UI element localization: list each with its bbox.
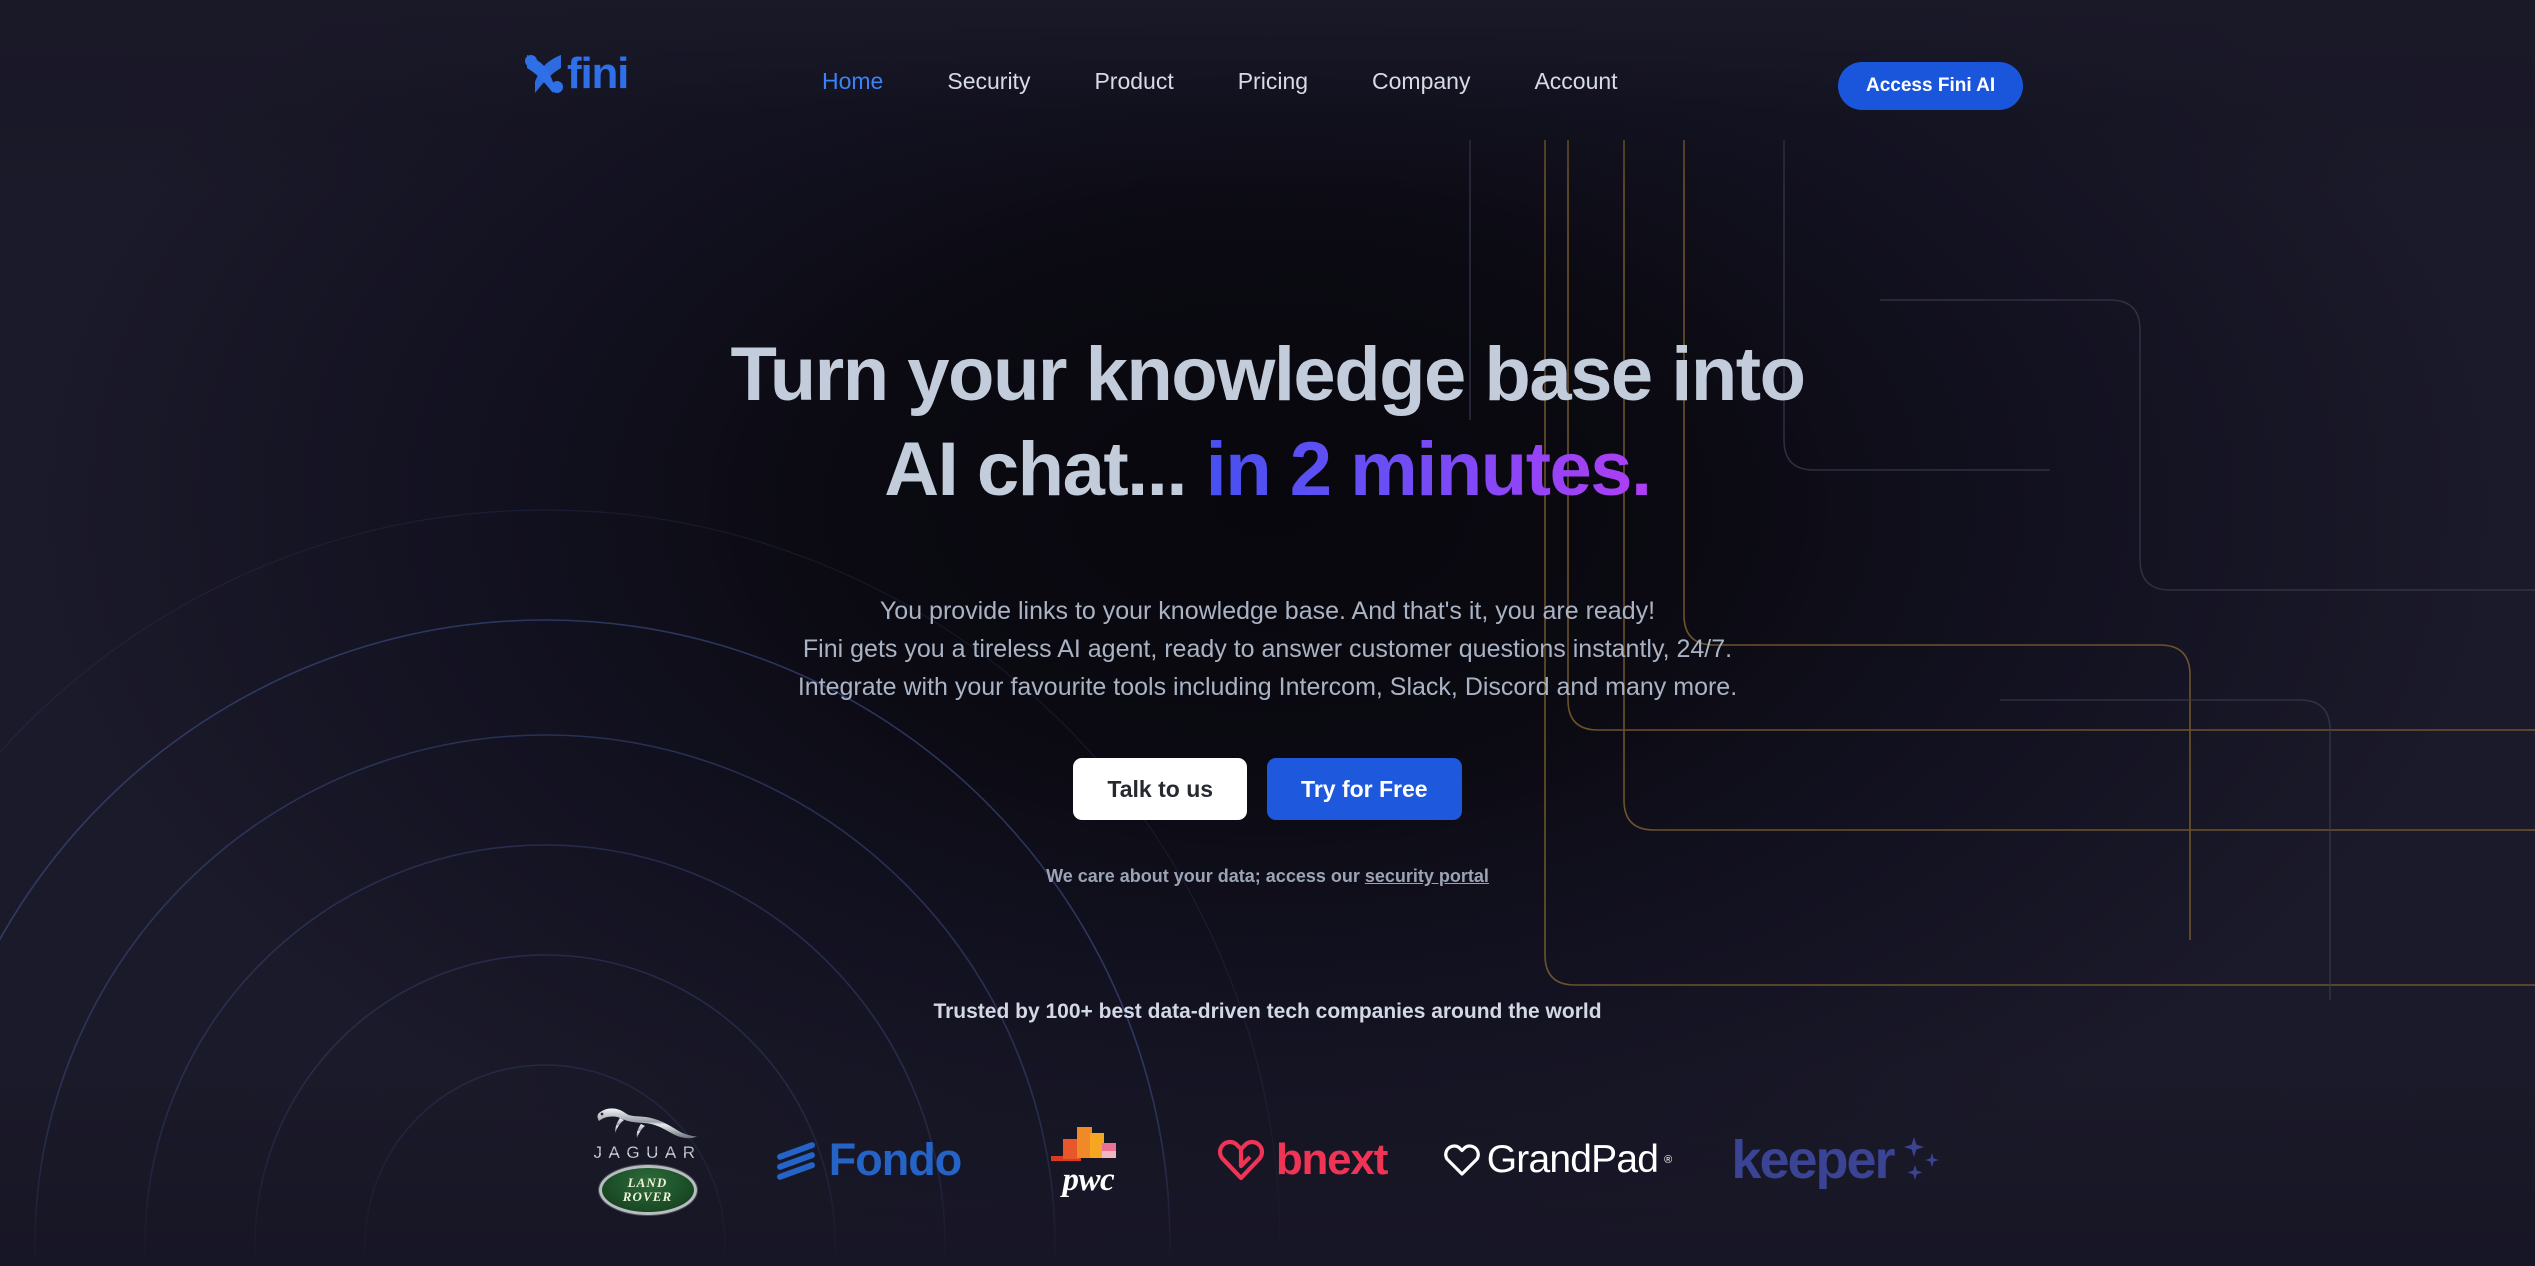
grandpad-heart-icon — [1443, 1144, 1480, 1176]
grandpad-registered-mark: ® — [1664, 1154, 1673, 1166]
land-rover-line-2: ROVER — [622, 1189, 673, 1204]
access-fini-ai-button[interactable]: Access Fini AI — [1838, 62, 2024, 110]
headline-line-2-gradient: in 2 minutes. — [1205, 427, 1653, 513]
main-navigation: Home Security Product Pricing Company Ac… — [790, 68, 1650, 95]
keeper-sparkles-icon — [1903, 1137, 1939, 1180]
bnext-wordmark: bnext — [1275, 1135, 1389, 1184]
land-rover-line-1: LAND — [627, 1175, 668, 1191]
nav-item-account[interactable]: Account — [1502, 68, 1649, 95]
pwc-wordmark: pwc — [1062, 1162, 1115, 1198]
logo-jaguar-land-rover[interactable]: JAGUAR LAND ROVER — [553, 1085, 743, 1235]
talk-to-us-button[interactable]: Talk to us — [1073, 758, 1248, 820]
security-notice: We care about your data; access our secu… — [0, 866, 2535, 887]
fini-x-mark-icon — [525, 55, 563, 93]
subtitle-line-1: You provide links to your knowledge base… — [879, 597, 1656, 625]
nav-item-pricing[interactable]: Pricing — [1206, 68, 1340, 95]
page-title: Turn your knowledge base into AI chat...… — [0, 332, 2535, 512]
nav-item-home[interactable]: Home — [790, 68, 915, 95]
hero-button-row: Talk to us Try for Free — [0, 758, 2535, 820]
fondo-wordmark: Fondo — [828, 1134, 962, 1185]
logo-pwc[interactable]: pwc — [993, 1085, 1183, 1235]
subtitle-line-3: Integrate with your favourite tools incl… — [797, 673, 1738, 701]
land-rover-badge: LAND ROVER — [598, 1165, 697, 1215]
jaguar-leaper-icon — [597, 1108, 697, 1139]
logo-fondo[interactable]: Fondo — [743, 1085, 993, 1235]
brand-logo[interactable]: fini — [524, 49, 629, 98]
subtitle-line-2: Fini gets you a tireless AI agent, ready… — [802, 635, 1733, 663]
logo-grandpad[interactable]: GrandPad ® — [1423, 1085, 1693, 1235]
headline-line-1: Turn your knowledge base into — [730, 332, 1806, 417]
nav-item-security[interactable]: Security — [915, 68, 1062, 95]
logo-bnext[interactable]: bnext — [1183, 1085, 1423, 1235]
try-for-free-button[interactable]: Try for Free — [1267, 758, 1462, 820]
nav-item-company[interactable]: Company — [1340, 68, 1502, 95]
jaguar-wordmark: JAGUAR — [593, 1143, 702, 1162]
security-portal-link[interactable]: security portal — [1365, 866, 1489, 886]
headline-line-2: AI chat... in 2 minutes. — [0, 427, 2535, 512]
trusted-by-label: Trusted by 100+ best data-driven tech co… — [933, 1000, 1602, 1023]
logo-keeper[interactable]: keeper — [1693, 1085, 1983, 1235]
circuit-traces-icon — [1544, 140, 2535, 986]
pwc-blocks-icon — [1050, 1127, 1116, 1161]
security-notice-text: We care about your data; access our — [1046, 866, 1365, 886]
customer-logo-strip: JAGUAR LAND ROVER Fondo pwc bnext GrandP… — [0, 1075, 2535, 1245]
headline-line-2-plain: AI chat... — [884, 427, 1206, 513]
bnext-heart-icon — [1217, 1139, 1264, 1181]
hero-subtitle: You provide links to your knowledge base… — [0, 592, 2535, 706]
fondo-bars-icon — [776, 1142, 815, 1180]
brand-logo-text: fini — [567, 49, 629, 98]
nav-item-product[interactable]: Product — [1062, 68, 1205, 95]
grandpad-wordmark: GrandPad — [1486, 1138, 1659, 1181]
site-header: fini Home Security Product Pricing Compa… — [0, 0, 2535, 112]
keeper-wordmark: keeper — [1731, 1130, 1895, 1190]
